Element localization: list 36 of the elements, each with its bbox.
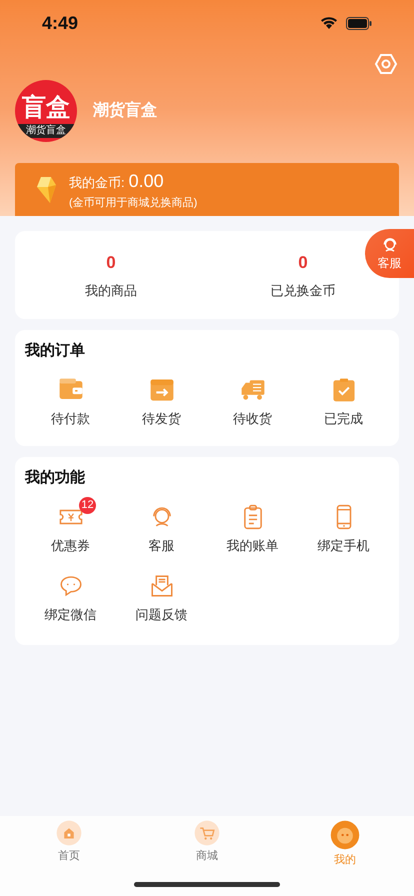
stat-value: 0 — [298, 252, 308, 274]
face-icon — [330, 820, 360, 850]
user-name: 潮货盲盒 — [93, 100, 157, 121]
order-status-button[interactable]: 已完成 — [298, 376, 389, 428]
stat-label: 已兑换金币 — [270, 282, 336, 300]
count-badge: 12 — [79, 496, 96, 514]
stat-label: 我的商品 — [85, 282, 137, 300]
headset-icon — [380, 236, 398, 254]
function-button[interactable]: 我的账单 — [207, 496, 298, 555]
avatar-logo: 盲盒 潮货盲盒 — [15, 80, 77, 142]
stat-value: 0 — [106, 252, 116, 274]
section-title: 我的订单 — [25, 341, 86, 361]
battery-icon — [346, 16, 372, 30]
mail-icon — [148, 573, 174, 599]
function-button[interactable]: 绑定微信 — [25, 565, 116, 624]
coin-label: 我的金币: — [69, 174, 125, 192]
box-icon — [148, 376, 174, 402]
wifi-icon — [320, 16, 338, 30]
status-time: 4:49 — [42, 12, 80, 34]
settings-icon[interactable] — [374, 52, 398, 76]
cart-icon — [194, 820, 220, 846]
function-button[interactable]: 问题反馈 — [116, 565, 207, 624]
order-status-button[interactable]: 待收货 — [207, 376, 298, 428]
order-status-button[interactable]: 待发货 — [116, 376, 207, 428]
tab-item[interactable]: 商城 — [138, 820, 276, 864]
section-title: 我的功能 — [25, 468, 86, 488]
order-status-button[interactable]: 待付款 — [25, 376, 116, 428]
coin-note: (金币可用于商城兑换商品) — [69, 196, 198, 211]
function-button[interactable]: 客服 — [116, 496, 207, 555]
gem-icon — [35, 174, 57, 204]
function-button[interactable]: 绑定手机 — [298, 496, 389, 555]
clipboard-icon — [330, 376, 356, 402]
home-icon — [56, 820, 82, 846]
tab-item[interactable]: 首页 — [0, 820, 138, 864]
coin-amount: 0.00 — [128, 170, 164, 193]
function-button[interactable]: 优惠券 12 — [25, 496, 116, 555]
